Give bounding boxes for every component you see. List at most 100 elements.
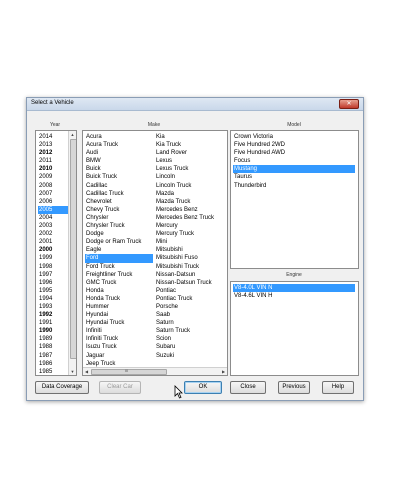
model-item[interactable]: Five Hundred 2WD [233, 141, 355, 149]
year-item[interactable]: 2013 [38, 141, 68, 149]
year-item[interactable]: 2006 [38, 198, 68, 206]
make-item[interactable]: Ford Truck [85, 263, 153, 271]
make-item[interactable]: Lexus Truck [155, 165, 225, 173]
engine-item[interactable]: V8-4.6L VIN H [233, 292, 355, 300]
year-item[interactable]: 2002 [38, 230, 68, 238]
make-item[interactable]: Acura Truck [85, 141, 153, 149]
model-item[interactable]: Mustang [233, 165, 355, 174]
make-item[interactable]: Buick [85, 165, 153, 173]
year-item[interactable]: 1988 [38, 343, 68, 351]
make-item[interactable]: Eagle [85, 246, 153, 254]
year-item[interactable]: 2005 [38, 205, 68, 214]
make-item[interactable]: Nissan-Datsun Truck [155, 279, 225, 287]
make-item[interactable]: GMC Truck [85, 279, 153, 287]
model-item[interactable]: Focus [233, 157, 355, 165]
make-item[interactable]: Saturn Truck [155, 327, 225, 335]
make-item[interactable]: Honda [85, 287, 153, 295]
scroll-thumb[interactable] [70, 139, 76, 359]
scroll-thumb[interactable]: III [91, 368, 167, 375]
make-item[interactable]: Infiniti Truck [85, 335, 153, 343]
year-item[interactable]: 2008 [38, 182, 68, 190]
year-item[interactable]: 1989 [38, 335, 68, 343]
year-item[interactable]: 2011 [38, 157, 68, 165]
make-item[interactable]: Chevrolet [85, 198, 153, 206]
year-item[interactable]: 2009 [38, 173, 68, 181]
make-item[interactable]: Mitsubishi Fuso [155, 254, 225, 262]
engine-item[interactable]: V8-4.0L VIN N [233, 284, 355, 293]
model-list[interactable]: Crown Victoria Five Hundred 2WD Five Hundr… [230, 130, 359, 269]
year-item[interactable]: 2010 [38, 165, 68, 173]
previous-button[interactable]: Previous [278, 381, 310, 394]
make-item[interactable]: Lincoln Truck [155, 182, 225, 190]
clear-car-button[interactable]: Clear Car [99, 381, 141, 394]
year-item[interactable]: 1986 [38, 360, 68, 368]
make-item[interactable]: Acura [85, 133, 153, 141]
make-item[interactable]: Saab [155, 311, 225, 319]
year-list[interactable]: 2014 2013 2012 2011 2010 2009 2008 2007 2006 2005… [35, 130, 77, 376]
make-item[interactable]: Mercedes Benz [155, 206, 225, 214]
make-item[interactable]: Mitsubishi Truck [155, 263, 225, 271]
make-item[interactable]: Pontiac [155, 287, 225, 295]
make-item[interactable]: Mazda [155, 190, 225, 198]
year-item[interactable]: 1990 [38, 327, 68, 335]
make-item[interactable]: Mercury Truck [155, 230, 225, 238]
year-item[interactable]: 2001 [38, 238, 68, 246]
scroll-left-icon[interactable]: ◀ [83, 368, 90, 375]
model-item[interactable]: Five Hundred AWD [233, 149, 355, 157]
year-item[interactable]: 2007 [38, 190, 68, 198]
make-item[interactable]: Cadillac [85, 182, 153, 190]
make-item[interactable]: Hummer [85, 303, 153, 311]
make-item[interactable]: Saturn [155, 319, 225, 327]
close-button[interactable]: Close [230, 381, 266, 394]
make-item[interactable]: Jaguar [85, 352, 153, 360]
year-item[interactable]: 1999 [38, 254, 68, 262]
make-item[interactable]: Dodge or Ram Truck [85, 238, 153, 246]
make-item[interactable]: Buick Truck [85, 173, 153, 181]
year-item[interactable]: 2003 [38, 222, 68, 230]
make-item[interactable]: BMW [85, 157, 153, 165]
year-item[interactable]: 1998 [38, 263, 68, 271]
make-item[interactable]: Kia Truck [155, 141, 225, 149]
year-item[interactable]: 1995 [38, 287, 68, 295]
make-item[interactable]: Kia [155, 133, 225, 141]
make-item[interactable]: Mini [155, 238, 225, 246]
year-item[interactable]: 2012 [38, 149, 68, 157]
year-item[interactable]: 1987 [38, 352, 68, 360]
make-item[interactable]: Mercedes Benz Truck [155, 214, 225, 222]
make-item[interactable]: Mazda Truck [155, 198, 225, 206]
make-item[interactable]: Chrysler [85, 214, 153, 222]
year-item[interactable]: 2004 [38, 214, 68, 222]
make-item[interactable]: Infiniti [85, 327, 153, 335]
make-item[interactable]: Scion [155, 335, 225, 343]
make-item[interactable]: Ford [85, 254, 153, 263]
make-item[interactable]: Chevy Truck [85, 206, 153, 214]
make-item[interactable]: Hyundai Truck [85, 319, 153, 327]
engine-list[interactable]: V8-4.0L VIN N V8-4.6L VIN H [230, 281, 359, 376]
year-item[interactable]: 1997 [38, 271, 68, 279]
make-item[interactable]: Freightliner Truck [85, 271, 153, 279]
year-item[interactable]: 1991 [38, 319, 68, 327]
year-item[interactable]: 1993 [38, 303, 68, 311]
make-item[interactable]: Isuzu Truck [85, 343, 153, 351]
model-item[interactable]: Taurus [233, 173, 355, 181]
model-item[interactable]: Thunderbird [233, 182, 355, 190]
make-item[interactable]: Mercury [155, 222, 225, 230]
make-item[interactable]: Land Rover [155, 149, 225, 157]
scroll-right-icon[interactable]: ▶ [220, 368, 227, 375]
make-item[interactable]: Suzuki [155, 352, 225, 360]
make-item[interactable]: Porsche [155, 303, 225, 311]
model-item[interactable]: Crown Victoria [233, 133, 355, 141]
close-window-button[interactable]: ✕ [339, 99, 359, 109]
scroll-down-icon[interactable]: ▼ [69, 368, 76, 375]
make-item[interactable]: Dodge [85, 230, 153, 238]
data-coverage-button[interactable]: Data Coverage [35, 381, 89, 394]
make-item[interactable]: Chrysler Truck [85, 222, 153, 230]
make-item[interactable]: Cadillac Truck [85, 190, 153, 198]
year-scrollbar[interactable]: ▲ ▼ [68, 131, 76, 375]
make-item[interactable]: Hyundai [85, 311, 153, 319]
make-item[interactable]: Subaru [155, 343, 225, 351]
make-item[interactable]: Nissan-Datsun [155, 271, 225, 279]
ok-button[interactable]: OK [184, 381, 222, 394]
make-item[interactable]: Honda Truck [85, 295, 153, 303]
year-item[interactable]: 2014 [38, 133, 68, 141]
